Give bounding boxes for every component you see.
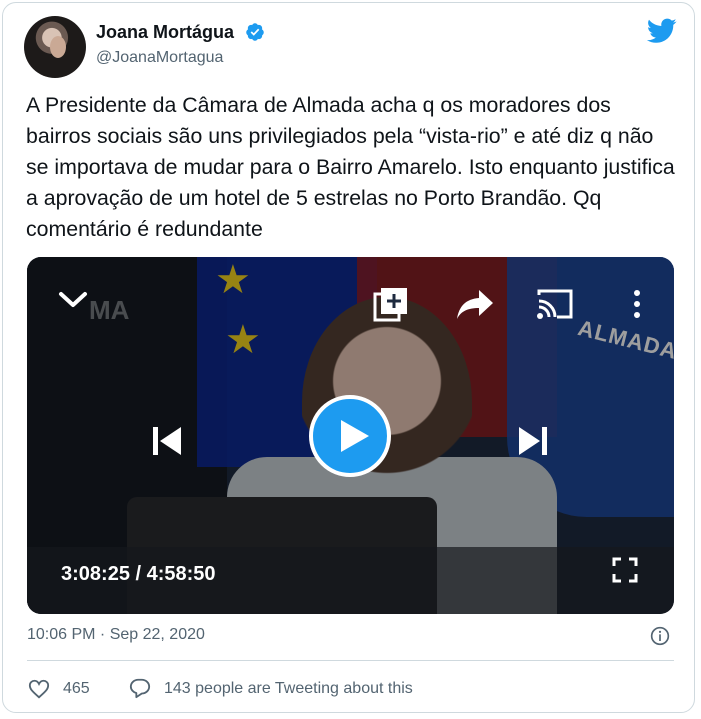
play-icon [341,420,369,452]
verified-badge-icon [246,23,264,41]
reply-bubble-icon[interactable] [129,677,151,699]
info-icon[interactable] [650,626,670,646]
previous-icon[interactable] [150,424,184,458]
author-name[interactable]: Joana Mortágua [96,22,234,43]
divider [27,660,674,661]
tweet-text: A Presidente da Câmara de Almada acha q … [26,93,675,241]
play-button[interactable] [309,395,391,477]
like-count[interactable]: 465 [63,680,90,698]
twitter-bird-icon[interactable] [647,18,677,44]
video-time-display: 3:08:25 / 4:58:50 [61,563,216,585]
fullscreen-icon[interactable] [612,557,638,583]
video-player[interactable]: ★ ★ ALMADA MA 3:08:25 / 4:58:50 [27,257,674,614]
share-icon[interactable] [455,288,495,320]
more-vertical-icon[interactable] [631,288,643,320]
channel-watermark: MA [89,295,130,325]
tweet-timestamp[interactable]: 10:06 PM · Sep 22, 2020 [27,626,205,644]
heart-icon[interactable] [28,678,50,700]
conversation-link[interactable]: 143 people are Tweeting about this [164,680,413,698]
cast-icon[interactable] [535,287,575,321]
next-icon[interactable] [516,424,550,458]
add-to-queue-icon[interactable] [373,286,409,322]
author-handle[interactable]: @JoanaMortagua [96,49,223,67]
author-avatar[interactable] [24,16,86,78]
chevron-down-icon[interactable] [57,289,89,311]
